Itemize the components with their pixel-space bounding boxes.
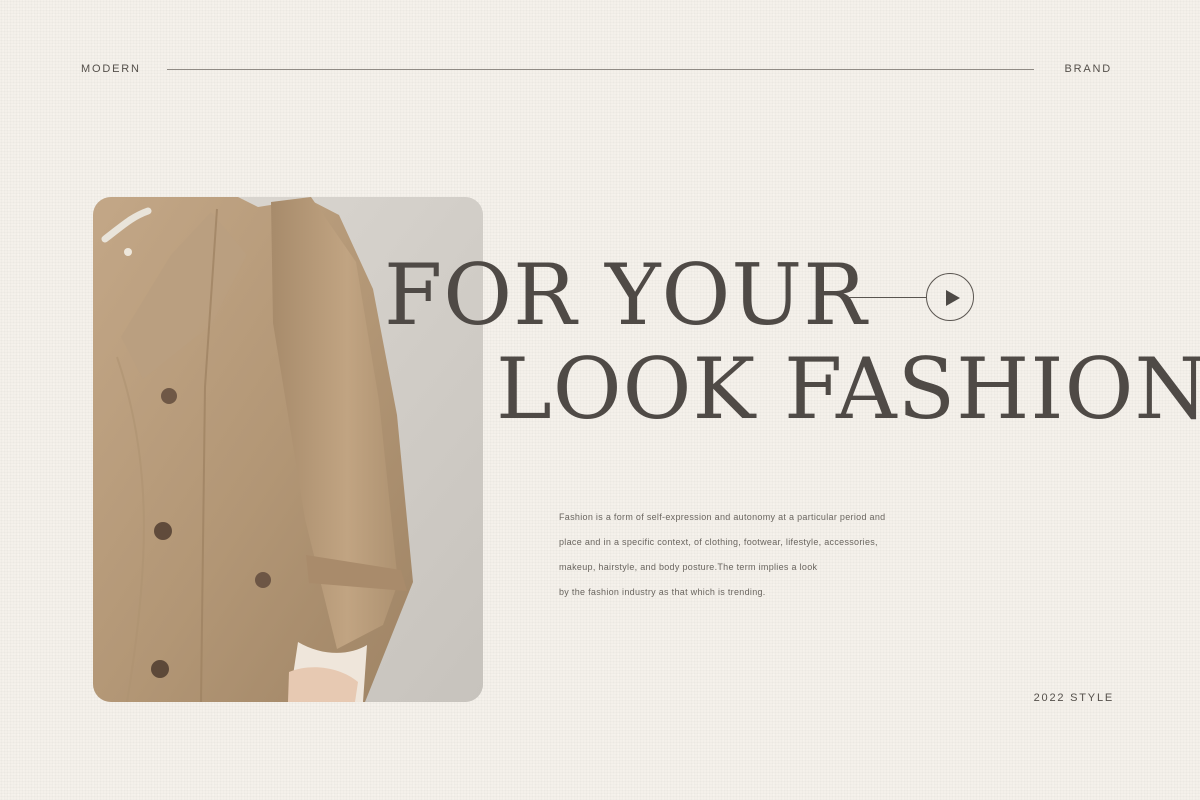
top-navigation-bar: MODERN BRAND bbox=[81, 62, 1112, 76]
fashion-description: Fashion is a form of self-expression and… bbox=[559, 505, 959, 605]
play-video-link[interactable] bbox=[848, 272, 978, 322]
headline-line-1: FOR YOUR bbox=[384, 246, 868, 344]
modern-label: MODERN bbox=[81, 63, 141, 75]
description-line-3: makeup, hairstyle, and body posture.The … bbox=[559, 562, 818, 572]
hero-headline: FOR YOUR LOOK FASHION bbox=[380, 246, 1200, 438]
style-year-label: 2022 STYLE bbox=[1033, 692, 1114, 704]
description-line-1: Fashion is a form of self-expression and… bbox=[559, 512, 886, 522]
headline-line-2: LOOK FASHION bbox=[496, 340, 1200, 438]
play-icon bbox=[946, 290, 960, 306]
coat-button-3 bbox=[255, 572, 271, 588]
necklace-detail bbox=[124, 248, 132, 256]
coat-button-1 bbox=[161, 388, 177, 404]
play-circle-button[interactable] bbox=[926, 273, 974, 321]
brand-label: BRAND bbox=[1064, 63, 1112, 75]
description-line-4: by the fashion industry as that which is… bbox=[559, 587, 766, 597]
description-line-2: place and in a specific context, of clot… bbox=[559, 537, 878, 547]
play-link-line bbox=[848, 296, 926, 298]
top-divider bbox=[166, 68, 1035, 70]
coat-button-4 bbox=[151, 660, 169, 678]
coat-button-2 bbox=[154, 522, 172, 540]
